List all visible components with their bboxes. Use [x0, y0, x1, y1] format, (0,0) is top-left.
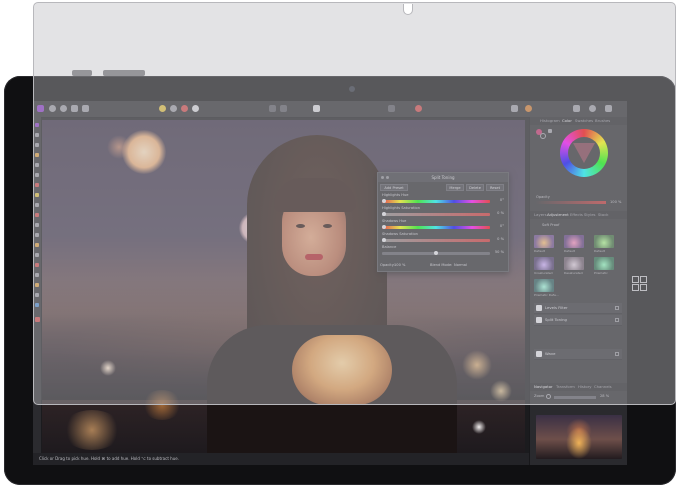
status-hint: Click or Drag to pick hue. Hold ⌘ to add… — [39, 456, 179, 461]
bokeh-light — [62, 410, 122, 450]
navigator-preview[interactable] — [536, 415, 622, 459]
bokeh-light — [472, 420, 486, 434]
status-bar: Click or Drag to pick hue. Hold ⌘ to add… — [33, 453, 529, 465]
privacy-screen-protector — [33, 2, 676, 405]
camera-notch — [403, 4, 413, 15]
